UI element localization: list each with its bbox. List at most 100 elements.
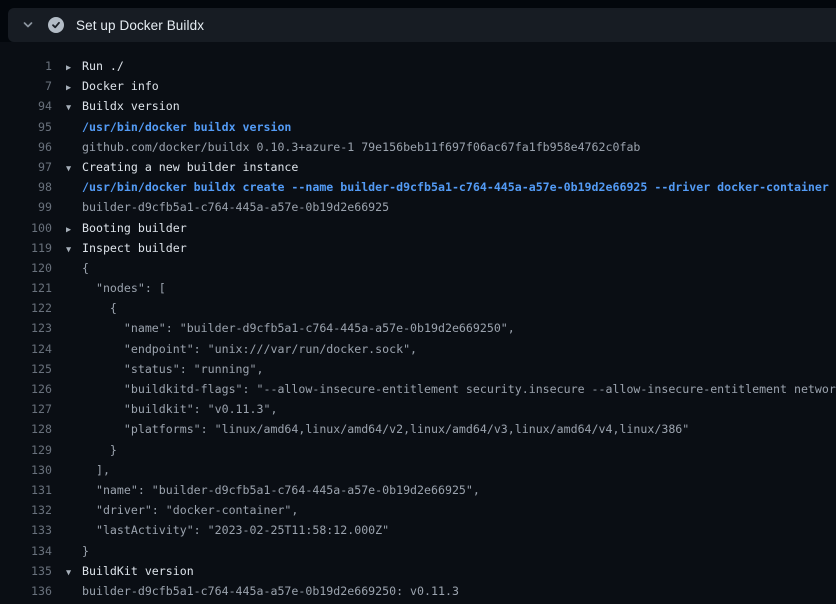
log-text: builder-d9cfb5a1-c764-445a-a57e-0b19d2e6…: [66, 197, 389, 217]
log-text: "lastActivity": "2023-02-25T11:58:12.000…: [66, 520, 389, 540]
log-line: 128 "platforms": "linux/amd64,linux/amd6…: [8, 419, 836, 439]
log-text: "status": "running",: [66, 359, 263, 379]
log-group-label: Inspect builder: [82, 241, 187, 255]
log-line: 131 "name": "builder-d9cfb5a1-c764-445a-…: [8, 480, 836, 500]
log-group-toggle[interactable]: ▶Run ./: [66, 56, 124, 78]
log-line: 99 builder-d9cfb5a1-c764-445a-a57e-0b19d…: [8, 197, 836, 217]
line-number[interactable]: 94: [8, 96, 52, 116]
log-text: "nodes": [: [66, 278, 166, 298]
log-text: "driver": "docker-container",: [66, 500, 298, 520]
log-text: "platforms": "linux/amd64,linux/amd64/v2…: [66, 419, 689, 439]
log-text: "buildkit": "v0.11.3",: [66, 399, 277, 419]
line-number[interactable]: 7: [8, 76, 52, 96]
log-group-label: BuildKit version: [82, 564, 194, 578]
log-group-label: Buildx version: [82, 99, 180, 113]
line-number[interactable]: 95: [8, 117, 52, 137]
log-line: 1 ▶Run ./: [8, 56, 836, 76]
log-line: 96 github.com/docker/buildx 0.10.3+azure…: [8, 137, 836, 157]
log-line: 132 "driver": "docker-container",: [8, 500, 836, 520]
line-number[interactable]: 136: [8, 581, 52, 601]
log-line: 135 ▼BuildKit version: [8, 561, 836, 581]
triangle-down-icon[interactable]: ▼: [66, 563, 82, 583]
chevron-down-icon[interactable]: [20, 17, 36, 33]
log-text: "endpoint": "unix:///var/run/docker.sock…: [66, 339, 417, 359]
step-header-row[interactable]: Set up Docker Buildx: [8, 8, 836, 42]
log-line: 133 "lastActivity": "2023-02-25T11:58:12…: [8, 520, 836, 540]
line-number[interactable]: 123: [8, 318, 52, 338]
log-line: 119 ▼Inspect builder: [8, 238, 836, 258]
log-line: 127 "buildkit": "v0.11.3",: [8, 399, 836, 419]
log-group-label: Docker info: [82, 79, 159, 93]
log-line: 126 "buildkitd-flags": "--allow-insecure…: [8, 379, 836, 399]
log-text: builder-d9cfb5a1-c764-445a-a57e-0b19d2e6…: [66, 581, 459, 601]
log-line: 124 "endpoint": "unix:///var/run/docker.…: [8, 339, 836, 359]
line-number[interactable]: 130: [8, 460, 52, 480]
triangle-down-icon[interactable]: ▼: [66, 240, 82, 260]
log-line: 100 ▶Booting builder: [8, 218, 836, 238]
line-number[interactable]: 135: [8, 561, 52, 581]
line-number[interactable]: 124: [8, 339, 52, 359]
log-line: 120 {: [8, 258, 836, 278]
log-text: }: [66, 440, 117, 460]
log-line: 7 ▶Docker info: [8, 76, 836, 96]
log-group-label: Creating a new builder instance: [82, 160, 298, 174]
line-number[interactable]: 119: [8, 238, 52, 258]
log-line: 123 "name": "builder-d9cfb5a1-c764-445a-…: [8, 318, 836, 338]
triangle-right-icon[interactable]: ▶: [66, 220, 82, 240]
log-line: 125 "status": "running",: [8, 359, 836, 379]
log-text: "name": "builder-d9cfb5a1-c764-445a-a57e…: [66, 318, 515, 338]
line-number[interactable]: 131: [8, 480, 52, 500]
triangle-down-icon[interactable]: ▼: [66, 98, 82, 118]
triangle-down-icon[interactable]: ▼: [66, 159, 82, 179]
log-line: 134 }: [8, 541, 836, 561]
log-line: 97 ▼Creating a new builder instance: [8, 157, 836, 177]
line-number[interactable]: 132: [8, 500, 52, 520]
log-command-text: /usr/bin/docker buildx version: [66, 117, 291, 137]
log-line: 94 ▼Buildx version: [8, 96, 836, 116]
line-number[interactable]: 128: [8, 419, 52, 439]
log-line: 98 /usr/bin/docker buildx create --name …: [8, 177, 836, 197]
log-group-toggle[interactable]: ▶Booting builder: [66, 218, 187, 240]
line-number[interactable]: 99: [8, 197, 52, 217]
line-number[interactable]: 125: [8, 359, 52, 379]
log-line: 95 /usr/bin/docker buildx version: [8, 117, 836, 137]
log-group-toggle[interactable]: ▼Creating a new builder instance: [66, 157, 298, 179]
line-number[interactable]: 100: [8, 218, 52, 238]
line-number[interactable]: 122: [8, 298, 52, 318]
line-number[interactable]: 97: [8, 157, 52, 177]
line-number[interactable]: 121: [8, 278, 52, 298]
line-number[interactable]: 134: [8, 541, 52, 561]
log-group-label: Booting builder: [82, 221, 187, 235]
log-viewer: 1 ▶Run ./ 7 ▶Docker info 94 ▼Buildx vers…: [0, 42, 836, 604]
log-text: {: [66, 298, 117, 318]
line-number[interactable]: 133: [8, 520, 52, 540]
log-text: ],: [66, 460, 110, 480]
line-number[interactable]: 129: [8, 440, 52, 460]
log-line: 121 "nodes": [: [8, 278, 836, 298]
line-number[interactable]: 1: [8, 56, 52, 76]
log-text: {: [66, 258, 89, 278]
log-line: 136 builder-d9cfb5a1-c764-445a-a57e-0b19…: [8, 581, 836, 601]
log-command-text: /usr/bin/docker buildx create --name bui…: [66, 177, 829, 197]
log-group-label: Run ./: [82, 59, 124, 73]
line-number[interactable]: 96: [8, 137, 52, 157]
check-circle-icon: [48, 17, 64, 33]
log-line: 129 }: [8, 440, 836, 460]
log-group-toggle[interactable]: ▼BuildKit version: [66, 561, 194, 583]
triangle-right-icon[interactable]: ▶: [66, 78, 82, 98]
log-text: "name": "builder-d9cfb5a1-c764-445a-a57e…: [66, 480, 480, 500]
log-text: }: [66, 541, 89, 561]
line-number[interactable]: 98: [8, 177, 52, 197]
line-number[interactable]: 120: [8, 258, 52, 278]
log-line: 122 {: [8, 298, 836, 318]
line-number[interactable]: 127: [8, 399, 52, 419]
step-title: Set up Docker Buildx: [76, 18, 204, 33]
log-text: github.com/docker/buildx 0.10.3+azure-1 …: [66, 137, 640, 157]
log-group-toggle[interactable]: ▼Buildx version: [66, 96, 180, 118]
log-line: 130 ],: [8, 460, 836, 480]
log-group-toggle[interactable]: ▶Docker info: [66, 76, 159, 98]
line-number[interactable]: 126: [8, 379, 52, 399]
log-group-toggle[interactable]: ▼Inspect builder: [66, 238, 187, 260]
log-text: "buildkitd-flags": "--allow-insecure-ent…: [66, 379, 836, 399]
triangle-right-icon[interactable]: ▶: [66, 58, 82, 78]
